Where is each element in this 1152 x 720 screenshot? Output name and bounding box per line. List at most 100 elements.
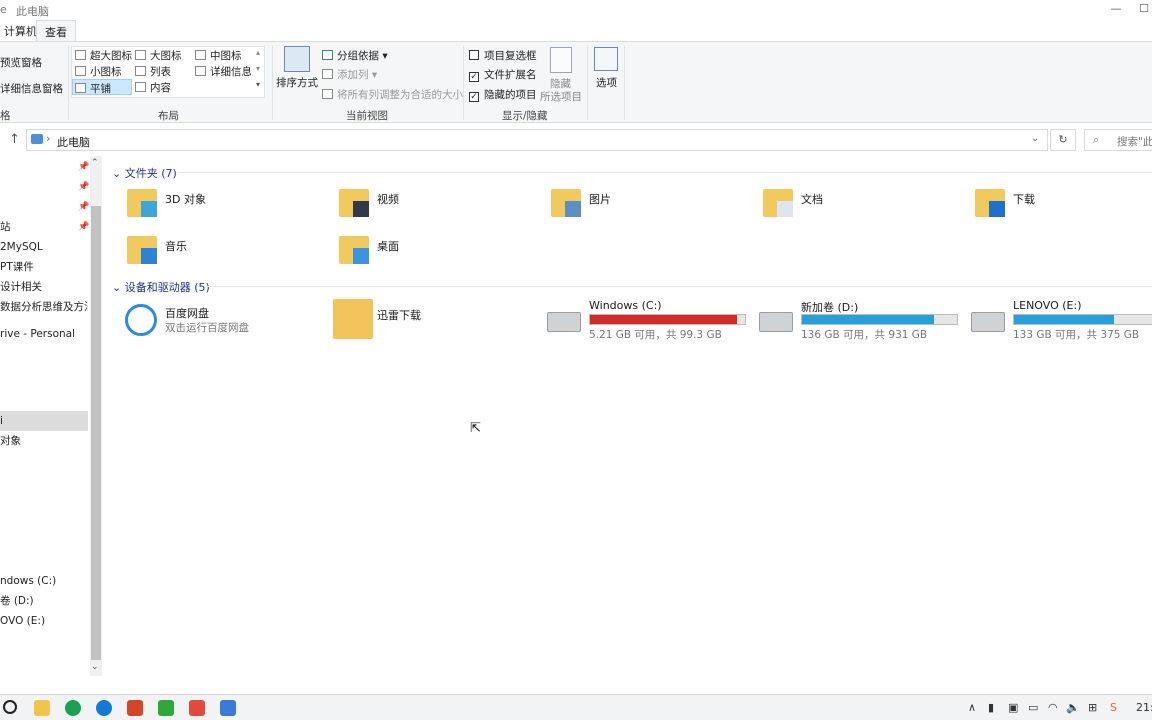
minimize-button[interactable]: — [1104,0,1128,20]
pin-icon[interactable]: 📌 [78,202,89,212]
nav-item-this-pc[interactable]: i [0,411,88,431]
drive-item[interactable]: Windows (C:) 5.21 GB 可用，共 99.3 GB [547,298,747,342]
edge-icon[interactable] [96,700,112,716]
add-column-button[interactable]: 添加列 ▾ [322,67,377,82]
small-icons-option[interactable]: 小图标 [75,64,122,79]
drive-space-text: 133 GB 可用，共 375 GB [1013,329,1140,341]
tab-view[interactable]: 查看 [36,20,76,41]
app-c-red-icon[interactable] [189,700,205,716]
details-pane-button[interactable]: 详细信息窗格 [0,81,63,96]
scroll-down-icon[interactable]: ⌄ [91,662,99,672]
folder-item-videos[interactable]: 视频 [339,187,539,223]
file-explorer-icon[interactable] [34,700,50,716]
search-circle-icon[interactable] [3,700,17,714]
drive-space-text: 136 GB 可用，共 931 GB [801,329,928,341]
baidu-netdisk-item[interactable]: 百度网盘 双击运行百度网盘 [123,302,323,342]
file-extensions-checkbox[interactable]: ✓ [469,72,479,82]
scroll-up-icon[interactable]: ⌃ [91,158,99,168]
up-arrow-icon[interactable]: ↑ [9,132,20,147]
file-extensions-toggle[interactable]: ✓ 文件扩展名 [469,67,537,82]
folder-item-documents[interactable]: 文档 [763,187,963,223]
search-box[interactable]: ⌕ 搜索"此 [1084,129,1152,151]
clock[interactable]: 21: [1136,701,1152,714]
item-checkboxes-checkbox[interactable] [469,50,479,60]
hidden-items-checkbox[interactable]: ✓ [469,92,479,102]
drive-icon [547,312,581,332]
app-subtitle: 双击运行百度网盘 [165,322,249,334]
folders-section-header[interactable]: ⌄ 文件夹 (7) [112,165,177,181]
extra-large-icons-option[interactable]: 超大图标 [75,48,132,63]
sort-button[interactable] [284,46,310,72]
preview-pane-button[interactable]: 预览窗格 [0,55,42,70]
gallery-down-icon[interactable]: ▾ [256,64,260,73]
devices-section-header[interactable]: ⌄ 设备和驱动器 (5) [112,279,210,295]
nav-item[interactable]: 站 [0,217,88,237]
language-icon[interactable]: ⊞ [1088,701,1097,714]
tray-expand-icon[interactable]: ∧ [968,701,976,714]
drive-icon [971,312,1005,332]
folder-item-3d-objects[interactable]: 3D 对象 [127,187,327,223]
gallery-more-icon[interactable]: ▾ [256,80,260,89]
item-checkboxes-toggle[interactable]: 项目复选框 [469,48,537,63]
chevron-right-icon[interactable]: › [46,132,50,145]
nav-scrollbar-thumb[interactable] [91,206,101,660]
address-path[interactable]: 此电脑 [57,134,90,150]
content-option[interactable]: 内容 [135,80,171,95]
address-bar[interactable]: › 此电脑 ⌄ [26,129,1048,151]
details-pane-label: 详细信息窗格 [0,83,63,95]
current-view-group-label: 当前视图 [346,110,388,122]
options-icon[interactable] [594,47,618,71]
history-dropdown-icon[interactable]: ⌄ [1031,133,1039,144]
medium-icons-option[interactable]: 中图标 [195,48,242,63]
pin-icon[interactable]: 📌 [78,162,89,172]
music-icon [141,248,157,264]
nav-item[interactable]: 卷 (D:) [0,591,88,611]
folder-item-music[interactable]: 音乐 [127,234,327,270]
group-by-button[interactable]: 分组依据 ▾ [322,48,388,63]
xunlei-item[interactable]: 迅雷下载 [333,299,533,341]
nav-item[interactable]: 2MySQL [0,237,88,257]
nav-item[interactable]: ndows (C:) [0,571,88,591]
app-name: 百度网盘 [165,307,209,320]
powerpoint-icon[interactable] [127,700,143,716]
drive-name: Windows (C:) [589,299,662,312]
drive-item[interactable]: 新加卷 (D:) 136 GB 可用，共 931 GB [759,298,959,342]
xunlei-icon [333,299,373,339]
nav-item[interactable]: PT课件 [0,257,88,277]
large-icons-option[interactable]: 大图标 [135,48,182,63]
fit-columns-button[interactable]: 将所有列调整为合适的大小 [322,87,463,102]
hidden-items-toggle[interactable]: ✓ 隐藏的项目 [469,87,537,102]
refresh-icon[interactable]: ↻ [1050,129,1076,151]
folder-item-downloads[interactable]: 下载 [975,187,1152,223]
list-option[interactable]: 列表 [135,64,171,79]
browser-icon[interactable] [65,700,81,716]
input-method-icon[interactable]: S [1110,701,1117,714]
wifi-icon[interactable]: ◠ [1048,701,1058,714]
window-title: 此电脑 [16,5,49,18]
folder-item-desktop[interactable]: 桌面 [339,234,539,270]
pin-icon[interactable]: 📌 [78,182,89,192]
nav-item[interactable]: 数据分析思维及方法论 [0,297,88,317]
nav-item[interactable]: 对象 [0,431,88,451]
group-by-label: 分组依据 [337,50,379,62]
hide-selected-icon[interactable] [550,47,572,73]
folder-item-pictures[interactable]: 图片 [551,187,751,223]
drive-usage-fill [590,315,737,324]
gallery-up-icon[interactable]: ▴ [256,48,260,57]
microphone-icon[interactable]: ▮ [988,701,994,714]
maximize-button[interactable]: ☐ [1132,0,1152,20]
battery-icon[interactable]: ▭ [1028,701,1038,714]
nav-item[interactable]: 设计相关 [0,277,88,297]
folder-name: 图片 [589,193,611,206]
volume-icon[interactable]: 🔈 [1066,701,1080,714]
tray-app-icon[interactable]: ▣ [1008,701,1018,714]
tool-icon[interactable] [220,700,236,716]
tiles-option[interactable]: 平铺 [72,79,132,95]
details-option[interactable]: 详细信息 [195,64,252,79]
nav-item[interactable]: OVO (E:) [0,611,88,631]
nav-item[interactable]: rive - Personal [0,324,88,344]
downloads-icon [989,201,1005,217]
folder-name: 下载 [1013,193,1035,206]
drive-item[interactable]: LENOVO (E:) 133 GB 可用，共 375 GB [971,298,1152,342]
app-c-green-icon[interactable] [158,700,174,716]
